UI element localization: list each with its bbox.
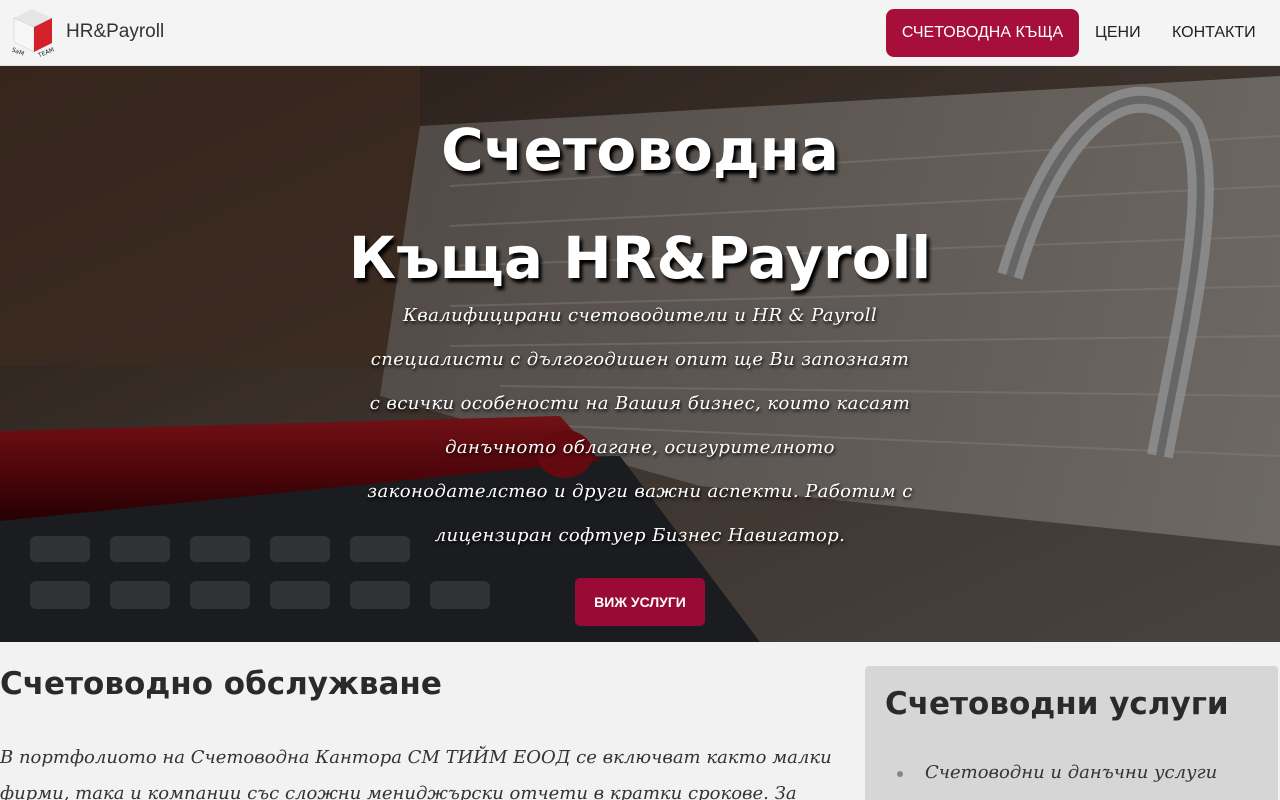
nav-item-prices[interactable]: ЦЕНИ <box>1079 9 1157 57</box>
sidebar-title: Счетоводни услуги <box>885 686 1229 722</box>
section-title: Счетоводно обслужване <box>0 666 442 702</box>
hero-title-line-1: Счетоводна <box>441 116 839 184</box>
cube-logo-icon[interactable]: SaM TEAM <box>8 6 60 58</box>
hero-text-line: с всички особености на Вашия бизнес, кои… <box>369 393 911 414</box>
hero-text-line: законодателство и други важни аспекти. Р… <box>367 481 913 502</box>
hero-section: Счетоводна Къща HR&Payroll Квалифицирани… <box>0 66 1280 642</box>
view-services-button[interactable]: ВИЖ УСЛУГИ <box>575 578 705 626</box>
brand-name[interactable]: HR&Payroll <box>66 21 164 43</box>
hero-title: Счетоводна Къща HR&Payroll <box>0 96 1280 312</box>
section-text-line: фирми, така и компании със сложни менидж… <box>0 783 797 800</box>
section-text: В портфолиото на Счетоводна Кантора СМ Т… <box>0 740 840 800</box>
logo-text-sam: SaM <box>11 46 25 57</box>
services-sidebar: Счетоводни услуги Счетоводни и данъчни у… <box>865 666 1278 800</box>
hero-description: Квалифицирани счетоводители и HR & Payro… <box>340 294 940 558</box>
nav-item-contacts[interactable]: КОНТАКТИ <box>1156 9 1272 57</box>
nav-item-accounting-house[interactable]: СЧЕТОВОДНА КЪЩА <box>886 9 1079 57</box>
top-navbar: SaM TEAM HR&Payroll СЧЕТОВОДНА КЪЩА ЦЕНИ… <box>0 0 1280 66</box>
hero-text-line: специалисти с дългогодишен опит ще Ви за… <box>370 349 910 370</box>
section-text-line: В портфолиото на Счетоводна Кантора СМ Т… <box>0 747 832 768</box>
hero-text-line: Квалифицирани счетоводители и HR & Payro… <box>402 305 878 326</box>
hero-text-line: лицензиран софтуер Бизнес Навигатор. <box>434 525 846 546</box>
service-list-item[interactable]: Счетоводни и данъчни услуги <box>925 762 1217 783</box>
hero-text-line: данъчното облагане, осигурителното <box>445 437 835 458</box>
bullet-icon <box>897 771 903 777</box>
